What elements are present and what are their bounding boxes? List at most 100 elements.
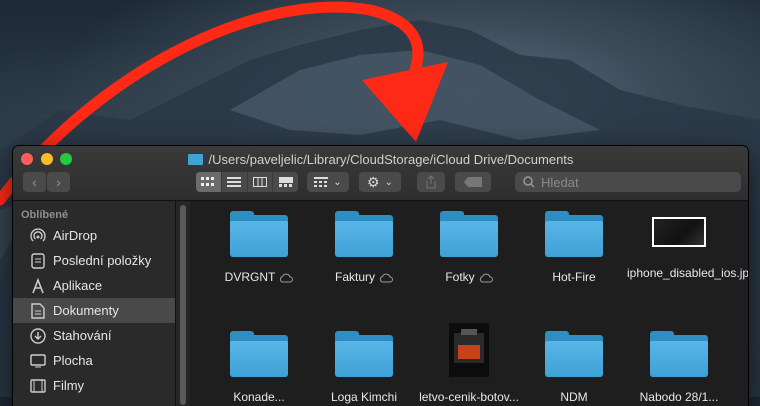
file-name: Fotky <box>445 270 475 284</box>
file-item-image[interactable]: iphone_disabled_ios.jpeg <box>627 211 748 282</box>
sidebar-heading: Oblíbené <box>21 209 69 221</box>
file-item-folder[interactable]: Faktury <box>312 211 416 286</box>
file-item-document[interactable]: letvo-cenik-botov... <box>417 323 521 406</box>
sidebar-item-label: Plocha <box>53 353 93 368</box>
chevron-right-icon: › <box>56 174 61 190</box>
sidebar-item-label: Stahování <box>53 328 112 343</box>
sidebar-item-label: Aplikace <box>53 278 103 293</box>
file-name-row: letvo-cenik-botov... <box>417 389 521 406</box>
file-name: iphone_disabled_ios.jpeg <box>627 266 748 280</box>
share-button[interactable] <box>417 172 445 192</box>
file-item-folder[interactable]: Nabodo 28/1... <box>627 331 731 406</box>
folder-icon <box>230 211 288 257</box>
downloads-icon <box>29 327 47 345</box>
folder-icon <box>440 211 498 257</box>
icloud-icon <box>379 273 393 282</box>
movies-icon <box>29 377 47 395</box>
file-item-folder[interactable]: Hot-Fire <box>522 211 626 286</box>
tag-icon <box>464 177 482 187</box>
group-grid-icon <box>314 177 329 187</box>
gallery-view-icon <box>278 177 293 187</box>
folder-icon <box>545 211 603 257</box>
sidebar-scroll-thumb[interactable] <box>180 205 186 405</box>
tag-button[interactable] <box>455 172 491 192</box>
view-mode-selector <box>196 172 298 192</box>
sidebar-item-desktop[interactable]: Plocha <box>13 348 175 373</box>
file-name: Loga Kimchi <box>330 390 398 404</box>
icon-view-icon <box>201 177 215 186</box>
list-view-button[interactable] <box>222 172 248 192</box>
file-name-row: DVRGNT <box>207 269 311 286</box>
sidebar-item-applications[interactable]: Aplikace <box>13 273 175 298</box>
sidebar-scrollbar[interactable] <box>175 201 190 406</box>
window-title-text: /Users/paveljelic/Library/CloudStorage/i… <box>208 151 574 167</box>
file-icon-grid: DVRGNT Faktury Fotky Hot-Fire iphone_dis… <box>190 201 748 406</box>
sidebar-item-movies[interactable]: Filmy <box>13 373 175 398</box>
file-name: Konade... <box>233 390 285 404</box>
folder-icon <box>650 331 708 377</box>
icloud-icon <box>280 273 294 282</box>
column-view-button[interactable] <box>248 172 274 192</box>
folder-icon <box>545 331 603 377</box>
file-name-row: Hot-Fire <box>522 269 626 286</box>
file-item-folder[interactable]: DVRGNT <box>207 211 311 286</box>
chevron-down-icon: ⌄ <box>333 176 342 188</box>
gear-icon: ⚙ <box>367 173 380 190</box>
file-name-row: Nabodo 28/1... <box>627 389 731 406</box>
titlebar: /Users/paveljelic/Library/CloudStorage/i… <box>13 146 748 201</box>
chevron-left-icon: ‹ <box>32 174 37 190</box>
forward-button[interactable]: › <box>47 172 70 192</box>
group-by-button[interactable]: ⌄ <box>307 172 349 192</box>
sidebar-item-label: Dokumenty <box>53 303 119 318</box>
file-name: NDM <box>560 390 588 404</box>
window-title: /Users/paveljelic/Library/CloudStorage/i… <box>13 150 748 168</box>
gallery-view-button[interactable] <box>273 172 298 192</box>
icon-view-button[interactable] <box>196 172 222 192</box>
file-name-row: Faktury <box>312 269 416 286</box>
file-item-folder[interactable]: NDM <box>522 331 626 406</box>
sidebar-item-airdrop[interactable]: AirDrop <box>13 223 175 248</box>
printer-image <box>454 329 484 363</box>
search-icon <box>523 176 535 188</box>
icloud-icon <box>479 273 493 282</box>
folder-icon <box>230 331 288 377</box>
chevron-down-icon: ⌄ <box>384 176 393 188</box>
sidebar-item-downloads[interactable]: Stahování <box>13 323 175 348</box>
column-view-icon <box>252 177 267 187</box>
document-thumbnail <box>449 323 489 377</box>
folder-icon <box>335 211 393 257</box>
finder-window: /Users/paveljelic/Library/CloudStorage/i… <box>13 146 748 406</box>
file-name: letvo-cenik-botov... <box>419 390 519 404</box>
list-view-icon <box>227 177 242 187</box>
back-button[interactable]: ‹ <box>23 172 46 192</box>
sidebar-item-recents[interactable]: Poslední položky <box>13 248 175 273</box>
file-item-folder[interactable]: Konade... <box>207 331 311 406</box>
applications-icon <box>29 277 47 295</box>
action-button[interactable]: ⚙ ⌄ <box>359 172 401 192</box>
file-name: Faktury <box>334 270 375 284</box>
search-input[interactable] <box>539 173 733 191</box>
recents-icon <box>29 252 47 270</box>
file-name-row: Loga Kimchi <box>312 389 416 406</box>
sidebar: Oblíbené AirDrop Poslední položky Aplika… <box>13 201 175 406</box>
desktop-icon <box>29 352 47 370</box>
sidebar-item-documents[interactable]: Dokumenty <box>13 298 175 323</box>
folder-icon <box>187 153 203 165</box>
documents-icon <box>29 302 47 320</box>
airdrop-icon <box>29 227 47 245</box>
file-item-folder[interactable]: Loga Kimchi <box>312 331 416 406</box>
sidebar-item-label: Poslední položky <box>53 253 152 268</box>
sidebar-item-label: AirDrop <box>53 228 98 243</box>
sidebar-item-label: Filmy <box>53 378 85 393</box>
file-item-folder[interactable]: Fotky <box>417 211 521 286</box>
search-field[interactable] <box>515 172 741 192</box>
file-name-row: Fotky <box>417 269 521 286</box>
file-name: Hot-Fire <box>552 270 596 284</box>
file-name: Nabodo 28/1... <box>639 390 719 404</box>
folder-icon <box>335 331 393 377</box>
image-thumbnail <box>652 217 706 247</box>
file-name-row: Konade... <box>207 389 311 406</box>
file-name: DVRGNT <box>224 270 276 284</box>
share-icon <box>426 175 436 189</box>
file-name-row: NDM <box>522 389 626 406</box>
